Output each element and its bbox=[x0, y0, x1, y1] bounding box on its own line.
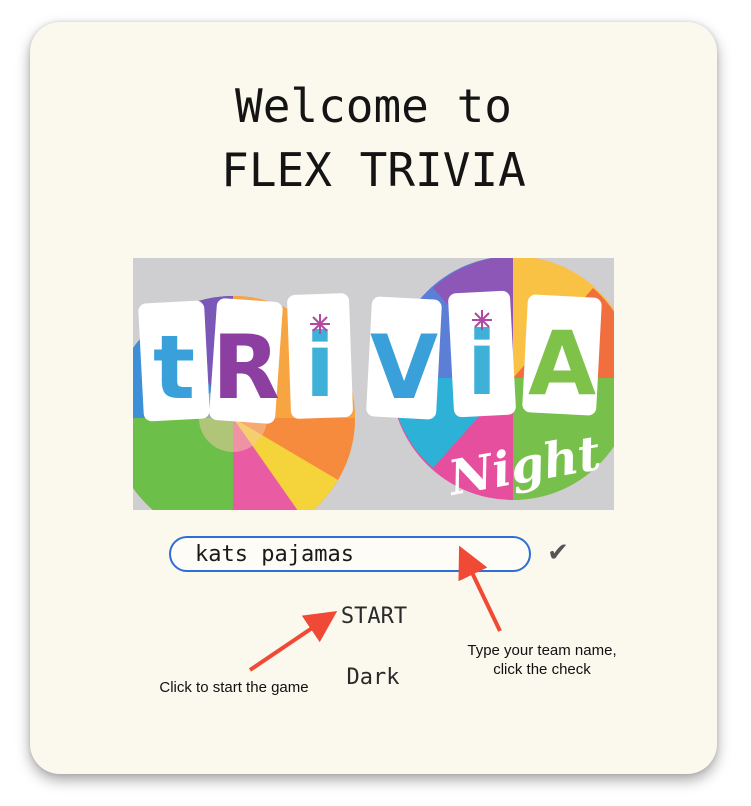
trivia-night-banner-art: t R i V i A Night bbox=[133, 258, 614, 510]
banner-letter-1: t bbox=[153, 316, 195, 419]
banner-letter-4: V bbox=[370, 316, 438, 419]
team-name-input[interactable] bbox=[169, 536, 531, 572]
welcome-card: Welcome to FLEX TRIVIA t R i V i A Night… bbox=[30, 22, 717, 774]
banner-letter-2: R bbox=[212, 316, 280, 419]
team-name-hint-line-2: click the check bbox=[493, 661, 591, 678]
team-name-hint-line-1: Type your team name, bbox=[467, 642, 617, 659]
dark-mode-button[interactable]: Dark bbox=[333, 663, 413, 693]
title-line-1: Welcome to bbox=[235, 79, 512, 133]
team-name-hint: Type your team name, click the check bbox=[454, 641, 630, 679]
title-line-2: FLEX TRIVIA bbox=[221, 143, 526, 197]
page-title: Welcome to FLEX TRIVIA bbox=[30, 74, 717, 202]
start-button[interactable]: START bbox=[326, 602, 422, 632]
start-hint: Click to start the game bbox=[159, 679, 309, 696]
check-icon[interactable]: ✔ bbox=[544, 538, 572, 568]
trivia-night-banner: t R i V i A Night bbox=[133, 258, 614, 510]
banner-letter-6: A bbox=[528, 312, 596, 415]
